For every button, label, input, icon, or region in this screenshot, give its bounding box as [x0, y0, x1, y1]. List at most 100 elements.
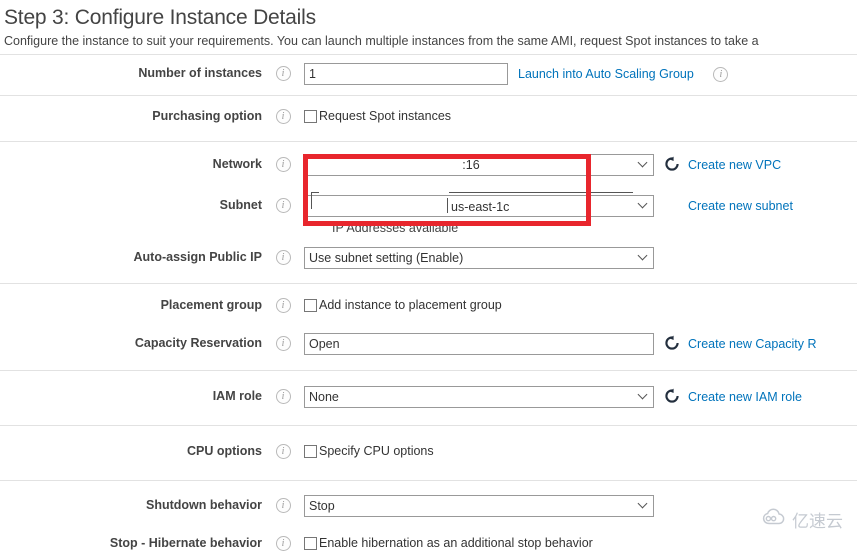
- info-icon[interactable]: i: [275, 157, 291, 172]
- info-cell-iam-role: i: [262, 384, 304, 404]
- number-of-instances-input[interactable]: [304, 63, 508, 85]
- control-placement-group: Add instance to placement group: [304, 293, 857, 312]
- shutdown-behavior-select[interactable]: Stop: [304, 495, 654, 517]
- label-purchasing-option: Purchasing option: [152, 109, 262, 123]
- control-subnet: us-east-1c Create new subnet IP Addresse…: [304, 192, 857, 235]
- info-cell-auto-assign-public-ip: i: [262, 245, 304, 265]
- info-icon[interactable]: i: [275, 536, 291, 551]
- request-spot-instances-label: Request Spot instances: [319, 109, 452, 123]
- row-network: Network i :16 Create new VPC: [0, 142, 857, 180]
- subnet-redaction-line: [449, 192, 633, 193]
- info-cell-auto-scaling: i: [700, 63, 742, 82]
- auto-assign-public-ip-value: Use subnet setting (Enable): [309, 251, 464, 265]
- info-icon[interactable]: i: [275, 498, 291, 513]
- row-placement-group: Placement group i Add instance to placem…: [0, 284, 857, 321]
- chevron-down-icon: [639, 252, 648, 261]
- label-subnet: Subnet: [219, 198, 262, 212]
- label-number-of-instances: Number of instances: [138, 66, 262, 80]
- specify-cpu-options-label: Specify CPU options: [319, 444, 434, 458]
- chevron-down-icon: [639, 200, 648, 209]
- info-cell-stop-hibernate-behavior: i: [262, 531, 304, 551]
- info-icon[interactable]: i: [275, 389, 291, 404]
- row-purchasing-option: Purchasing option i Request Spot instanc…: [0, 96, 857, 141]
- info-cell-cpu-options: i: [262, 439, 304, 459]
- control-iam-role: None Create new IAM role: [304, 384, 857, 408]
- iam-role-select[interactable]: None: [304, 386, 654, 408]
- create-new-iam-role-link[interactable]: Create new IAM role: [688, 386, 802, 404]
- control-purchasing-option: Request Spot instances: [304, 104, 857, 123]
- info-cell-shutdown-behavior: i: [262, 493, 304, 513]
- watermark-text: 亿速云: [792, 512, 843, 532]
- add-instance-to-placement-group-checkbox-wrap[interactable]: Add instance to placement group: [304, 295, 502, 312]
- request-spot-instances-checkbox-wrap[interactable]: Request Spot instances: [304, 106, 451, 123]
- refresh-icon[interactable]: [664, 156, 680, 172]
- info-icon[interactable]: i: [275, 198, 291, 213]
- watermark: 亿速云: [762, 507, 843, 532]
- info-icon[interactable]: i: [713, 67, 729, 82]
- launch-into-auto-scaling-group-link[interactable]: Launch into Auto Scaling Group: [518, 63, 694, 81]
- row-stop-hibernate-behavior: Stop - Hibernate behavior i Enable hiber…: [0, 521, 857, 559]
- refresh-icon[interactable]: [664, 388, 680, 404]
- label-auto-assign-public-ip: Auto-assign Public IP: [133, 250, 263, 264]
- label-stop-hibernate-behavior: Stop - Hibernate behavior: [109, 536, 262, 550]
- subnet-select[interactable]: us-east-1c: [304, 192, 654, 217]
- info-icon[interactable]: i: [275, 298, 291, 313]
- label-shutdown-behavior: Shutdown behavior: [146, 498, 262, 512]
- info-icon[interactable]: i: [275, 444, 291, 459]
- control-stop-hibernate-behavior: Enable hibernation as an additional stop…: [304, 531, 857, 550]
- enable-hibernation-label: Enable hibernation as an additional stop…: [319, 536, 593, 550]
- info-cell-capacity-reservation: i: [262, 331, 304, 351]
- row-subnet: Subnet i us-east-1c Create new subnet IP…: [0, 180, 857, 235]
- network-select-value: :16: [462, 158, 480, 172]
- info-cell-subnet: i: [262, 193, 304, 213]
- create-new-vpc-link[interactable]: Create new VPC: [688, 154, 781, 172]
- label-capacity-reservation: Capacity Reservation: [134, 336, 262, 350]
- auto-assign-public-ip-select[interactable]: Use subnet setting (Enable): [304, 247, 654, 269]
- control-number-of-instances: Launch into Auto Scaling Group i: [304, 61, 857, 85]
- row-number-of-instances: Number of instances i Launch into Auto S…: [0, 55, 857, 95]
- refresh-icon[interactable]: [664, 335, 680, 351]
- row-cpu-options: CPU options i Specify CPU options: [0, 426, 857, 480]
- info-icon[interactable]: i: [275, 109, 291, 124]
- specify-cpu-options-checkbox-wrap[interactable]: Specify CPU options: [304, 441, 434, 458]
- subnet-ip-note: IP Addresses available: [332, 221, 459, 235]
- control-cpu-options: Specify CPU options: [304, 439, 857, 458]
- iam-role-value: None: [309, 390, 339, 404]
- control-network: :16 Create new VPC: [304, 152, 857, 176]
- info-cell-number-of-instances: i: [262, 61, 304, 81]
- request-spot-instances-checkbox[interactable]: [304, 109, 317, 123]
- control-auto-assign-public-ip: Use subnet setting (Enable): [304, 245, 857, 269]
- chevron-down-icon: [639, 159, 648, 168]
- control-capacity-reservation: Open Create new Capacity R: [304, 331, 857, 355]
- label-cpu-options: CPU options: [187, 444, 262, 458]
- page-header: Step 3: Configure Instance Details Confi…: [0, 0, 857, 48]
- capacity-reservation-value: Open: [309, 337, 340, 351]
- specify-cpu-options-checkbox[interactable]: [304, 444, 317, 458]
- create-new-capacity-reservation-link[interactable]: Create new Capacity R: [688, 333, 817, 351]
- label-iam-role: IAM role: [212, 389, 262, 403]
- enable-hibernation-checkbox-wrap[interactable]: Enable hibernation as an additional stop…: [304, 533, 593, 550]
- create-new-subnet-link[interactable]: Create new subnet: [688, 195, 793, 213]
- auto-scaling-group-link-wrap: Launch into Auto Scaling Group i: [518, 63, 742, 82]
- info-cell-placement-group: i: [262, 293, 304, 313]
- capacity-reservation-select[interactable]: Open: [304, 333, 654, 355]
- subnet-redaction-bracket: [311, 192, 319, 209]
- label-network: Network: [212, 157, 262, 171]
- info-icon[interactable]: i: [275, 336, 291, 351]
- subnet-select-value: us-east-1c: [446, 197, 509, 217]
- subnet-select-inner: us-east-1c: [309, 192, 633, 217]
- row-shutdown-behavior: Shutdown behavior i Stop: [0, 481, 857, 521]
- network-select[interactable]: :16: [304, 154, 654, 176]
- info-icon[interactable]: i: [275, 250, 291, 265]
- add-instance-to-placement-group-checkbox[interactable]: [304, 298, 317, 312]
- row-iam-role: IAM role i None Create new IAM role: [0, 371, 857, 425]
- info-cell-purchasing-option: i: [262, 104, 304, 124]
- info-cell-network: i: [262, 152, 304, 172]
- page-description: Configure the instance to suit your requ…: [4, 34, 759, 48]
- row-capacity-reservation: Capacity Reservation i Open Create new C…: [0, 321, 857, 359]
- enable-hibernation-checkbox[interactable]: [304, 536, 317, 550]
- info-icon[interactable]: i: [275, 66, 291, 81]
- chevron-down-icon: [639, 500, 648, 509]
- add-instance-to-placement-group-label: Add instance to placement group: [319, 298, 502, 312]
- chevron-down-icon: [639, 391, 648, 400]
